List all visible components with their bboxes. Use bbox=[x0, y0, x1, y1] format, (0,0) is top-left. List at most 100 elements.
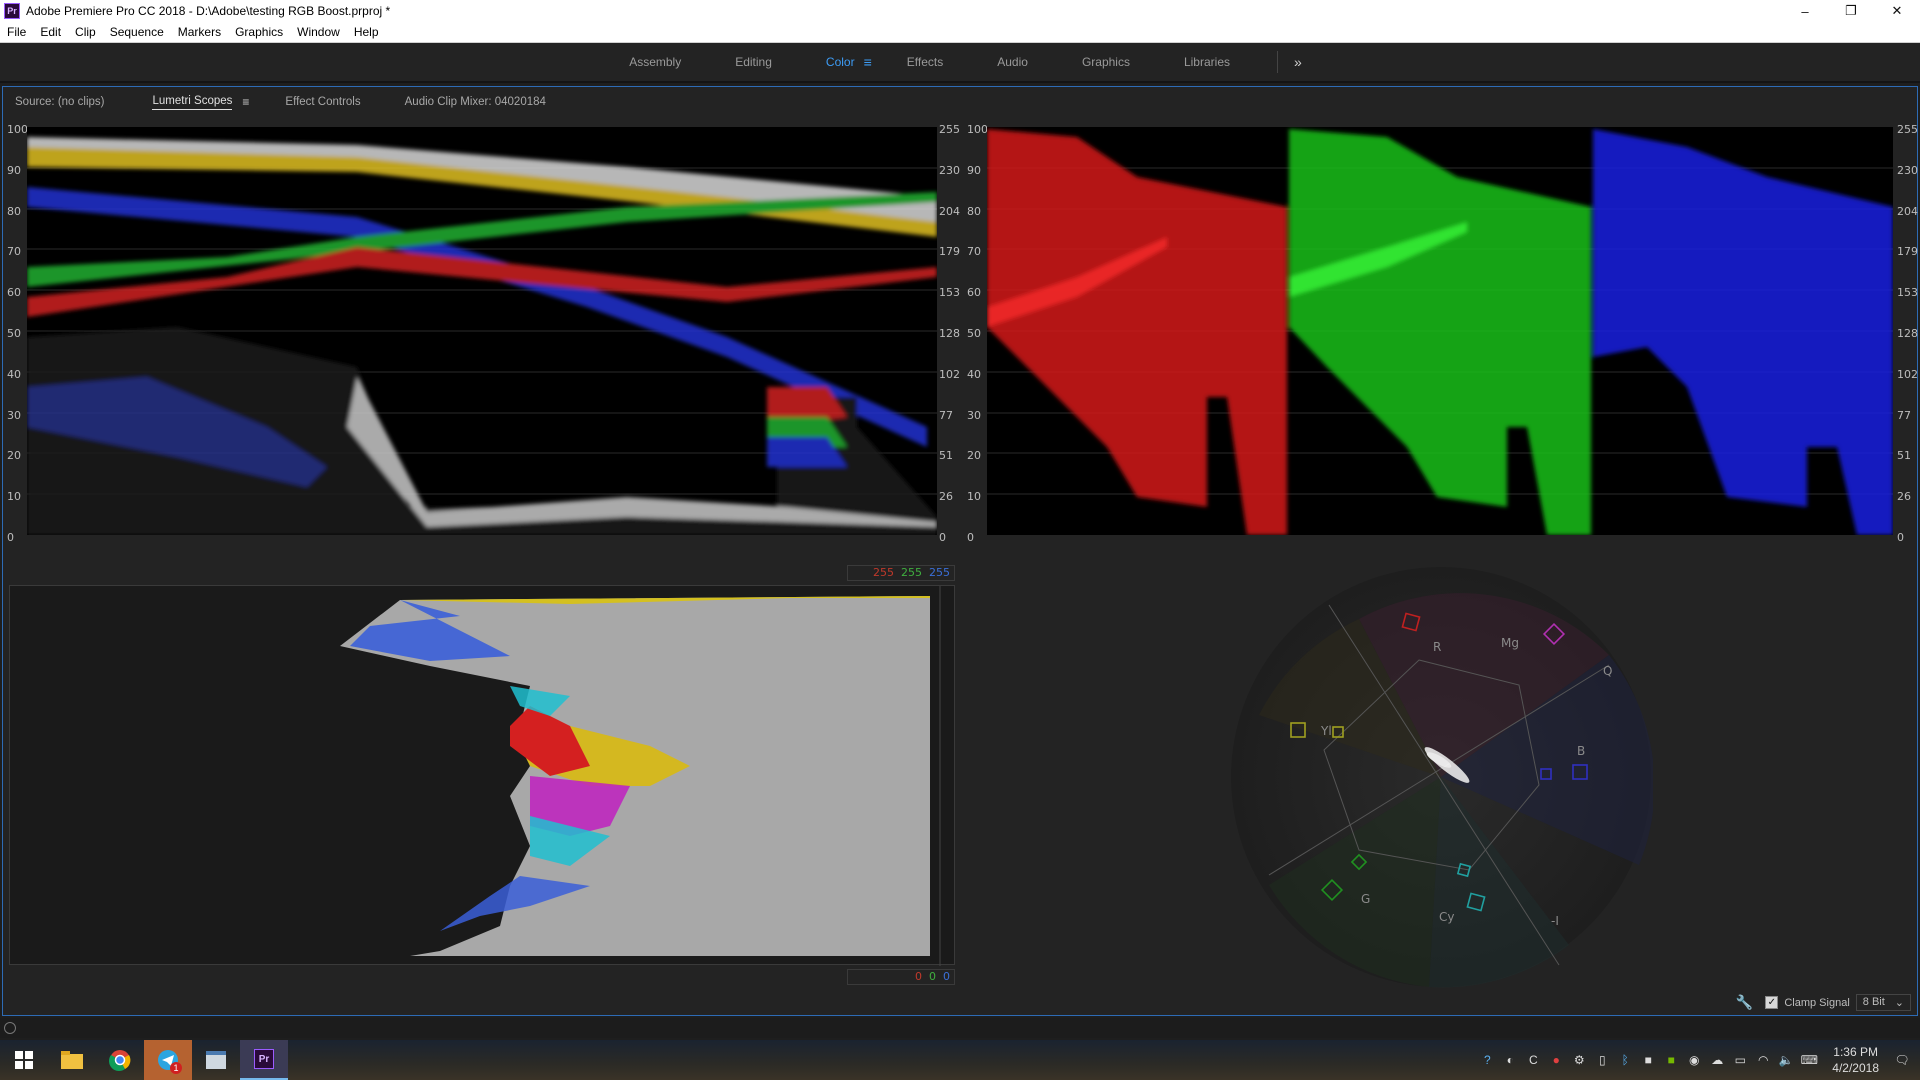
system-clock[interactable]: 1:36 PM 4/2/2018 bbox=[1832, 1044, 1879, 1076]
menu-sequence[interactable]: Sequence bbox=[103, 25, 171, 39]
ire-label: 20 bbox=[967, 449, 981, 462]
workspaces-bar: Assembly Editing Color ≡ Effects Audio G… bbox=[0, 43, 1920, 83]
histogram-top-g: 255 bbox=[901, 566, 922, 579]
code-label: 26 bbox=[939, 490, 953, 503]
menu-edit[interactable]: Edit bbox=[33, 25, 68, 39]
code-label: 102 bbox=[939, 368, 960, 381]
wrench-icon[interactable]: 🔧 bbox=[1736, 994, 1753, 1011]
bluetooth-icon[interactable]: ᛒ bbox=[1617, 1052, 1633, 1068]
tray-app-icon[interactable]: ◐ bbox=[1502, 1052, 1518, 1068]
workspace-editing[interactable]: Editing bbox=[708, 55, 799, 69]
code-label: 230 bbox=[1897, 164, 1918, 177]
ire-label: 60 bbox=[967, 286, 981, 299]
histogram-top-r: 255 bbox=[873, 566, 894, 579]
system-tray: ? ◐ C ● ⚙ ▯ ᛒ ■ ■ ◉ ☁ ▭ ◠ 🔈 ⌨ 1:36 PM 4/… bbox=[1479, 1040, 1920, 1080]
vectorscope: R Mg B Cy G Yl Q -I bbox=[1229, 565, 1655, 989]
tab-lumetri-scopes[interactable]: Lumetri Scopes ≡ bbox=[140, 87, 261, 117]
app-window-icon[interactable] bbox=[192, 1040, 240, 1080]
workspace-assembly[interactable]: Assembly bbox=[602, 55, 708, 69]
menu-clip[interactable]: Clip bbox=[68, 25, 103, 39]
parade-ire-scale: 100 90 80 70 60 50 40 30 20 10 0 bbox=[967, 123, 989, 544]
tab-audio-mixer-label: Audio Clip Mixer: 04020184 bbox=[404, 96, 546, 108]
help-icon[interactable]: ? bbox=[1479, 1052, 1495, 1068]
ire-label: 60 bbox=[7, 286, 21, 299]
status-icon[interactable] bbox=[4, 1022, 16, 1034]
windows-taskbar: 1 Pr ? ◐ C ● ⚙ ▯ ᛒ ■ ■ ◉ ☁ ▭ ◠ 🔈 ⌨ 1:36 … bbox=[0, 1040, 1920, 1080]
tray-app-icon[interactable]: ▯ bbox=[1594, 1052, 1610, 1068]
ire-label: 70 bbox=[7, 245, 21, 258]
nvidia-icon[interactable]: ■ bbox=[1663, 1052, 1679, 1068]
ire-label: 100 bbox=[967, 123, 988, 136]
ire-label: 80 bbox=[967, 205, 981, 218]
menu-markers[interactable]: Markers bbox=[171, 25, 228, 39]
menu-graphics[interactable]: Graphics bbox=[228, 25, 290, 39]
vectorscope-label-i: -I bbox=[1551, 914, 1559, 928]
workspace-audio[interactable]: Audio bbox=[970, 55, 1055, 69]
premiere-logo-icon: Pr bbox=[254, 1049, 274, 1069]
clamp-signal-checkbox[interactable]: ✓ bbox=[1765, 996, 1779, 1009]
tab-effect-controls[interactable]: Effect Controls bbox=[273, 87, 372, 117]
telegram-icon[interactable]: 1 bbox=[144, 1040, 192, 1080]
workspace-effects[interactable]: Effects bbox=[880, 55, 970, 69]
ire-label: 0 bbox=[967, 531, 974, 544]
workspace-color[interactable]: Color bbox=[799, 55, 882, 69]
vectorscope-label-q: Q bbox=[1603, 664, 1612, 678]
workspace-libraries[interactable]: Libraries bbox=[1157, 55, 1257, 69]
vectorscope-label-r: R bbox=[1433, 640, 1441, 654]
close-button[interactable]: ✕ bbox=[1874, 0, 1920, 22]
code-label: 179 bbox=[939, 245, 960, 258]
scope-footer: 🔧 ✓ Clamp Signal 8 Bit ⌄ bbox=[1736, 994, 1911, 1011]
chrome-icon[interactable] bbox=[96, 1040, 144, 1080]
tray-app-icon[interactable]: ■ bbox=[1640, 1052, 1656, 1068]
tab-audio-clip-mixer[interactable]: Audio Clip Mixer: 04020184 bbox=[393, 87, 558, 117]
histogram bbox=[9, 585, 955, 966]
bit-depth-dropdown[interactable]: 8 Bit ⌄ bbox=[1855, 994, 1911, 1011]
chrome-tray-icon[interactable]: ◉ bbox=[1686, 1052, 1702, 1068]
ire-label: 40 bbox=[7, 368, 21, 381]
ire-label: 50 bbox=[7, 327, 21, 340]
code-label: 128 bbox=[939, 327, 960, 340]
tray-app-icon[interactable]: ⚙ bbox=[1571, 1052, 1587, 1068]
ire-label: 10 bbox=[967, 490, 981, 503]
ire-label: 90 bbox=[967, 164, 981, 177]
parade-code-scale: 255 230 204 179 153 128 102 77 51 26 0 bbox=[1897, 123, 1919, 544]
tab-source[interactable]: Source: (no clips) bbox=[3, 87, 116, 117]
histogram-top-values: 255 255 255 bbox=[847, 565, 955, 581]
ire-label: 0 bbox=[7, 531, 14, 544]
waveform-code-scale-mid: 255 230 204 179 153 128 102 77 51 26 0 bbox=[939, 123, 969, 544]
menu-file[interactable]: File bbox=[0, 25, 33, 39]
windows-start-icon[interactable] bbox=[0, 1040, 48, 1080]
restore-button[interactable]: ❐ bbox=[1828, 0, 1874, 22]
code-label: 51 bbox=[1897, 449, 1911, 462]
onedrive-icon[interactable]: ☁ bbox=[1709, 1052, 1725, 1068]
menu-window[interactable]: Window bbox=[290, 25, 347, 39]
premiere-taskbar-icon[interactable]: Pr bbox=[240, 1040, 288, 1080]
file-explorer-icon[interactable] bbox=[48, 1040, 96, 1080]
menu-bar: File Edit Clip Sequence Markers Graphics… bbox=[0, 22, 1920, 43]
code-label: 0 bbox=[939, 531, 946, 544]
vectorscope-label-b: B bbox=[1577, 744, 1585, 758]
histogram-top-b: 255 bbox=[929, 566, 950, 579]
battery-icon[interactable]: ▭ bbox=[1732, 1052, 1748, 1068]
ire-label: 20 bbox=[7, 449, 21, 462]
tray-app-icon[interactable]: ● bbox=[1548, 1052, 1564, 1068]
minimize-button[interactable]: – bbox=[1782, 0, 1828, 22]
wifi-icon[interactable]: ◠ bbox=[1755, 1052, 1771, 1068]
code-label: 255 bbox=[1897, 123, 1918, 136]
clock-time: 1:36 PM bbox=[1833, 1045, 1878, 1059]
ire-label: 80 bbox=[7, 205, 21, 218]
ire-label: 30 bbox=[967, 409, 981, 422]
code-label: 77 bbox=[1897, 409, 1911, 422]
clamp-signal-label: Clamp Signal bbox=[1784, 996, 1850, 1009]
volume-icon[interactable]: 🔈 bbox=[1778, 1052, 1794, 1068]
ccleaner-icon[interactable]: C bbox=[1525, 1052, 1541, 1068]
premiere-app-icon: Pr bbox=[4, 3, 20, 19]
workspace-graphics[interactable]: Graphics bbox=[1055, 55, 1157, 69]
notifications-icon[interactable]: 🗨 bbox=[1894, 1052, 1910, 1068]
more-workspaces-icon[interactable]: » bbox=[1278, 54, 1318, 70]
vectorscope-label-yl: Yl bbox=[1320, 724, 1332, 738]
telegram-badge: 1 bbox=[170, 1062, 182, 1074]
menu-help[interactable]: Help bbox=[347, 25, 386, 39]
keyboard-icon[interactable]: ⌨ bbox=[1801, 1052, 1818, 1068]
panel-menu-icon[interactable]: ≡ bbox=[242, 95, 249, 109]
